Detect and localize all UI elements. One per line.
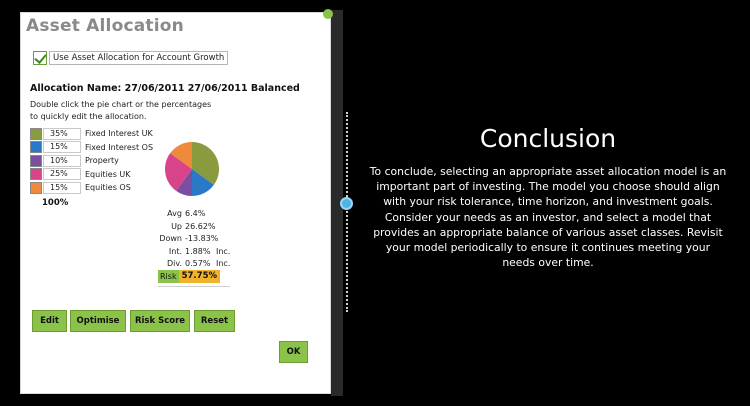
growth-checkbox[interactable] [33,51,47,65]
allocation-label: Equities UK [85,169,131,179]
stat-value: 26.62% [185,221,216,231]
conclusion-title: Conclusion [479,124,617,153]
instructions-line-1: Double click the pie chart or the percen… [30,100,212,109]
stat-value: 1.88% [185,246,211,256]
allocation-row[interactable]: 10% Property [30,154,153,168]
allocation-percent-field[interactable]: 10% [43,154,81,167]
allocation-row[interactable]: 35% Fixed Interest UK [30,127,153,141]
allocation-row[interactable]: 15% Equities OS [30,181,153,195]
stat-label: Down [159,234,182,243]
edit-instructions: Double click the pie chart or the percen… [30,99,230,123]
allocation-percent-field[interactable]: 15% [43,141,81,154]
stat-row: Int. 1.88% Inc. [152,247,236,260]
corner-handle-icon [323,9,333,19]
allocation-legend: 35% Fixed Interest UK 15% Fixed Interest… [30,127,153,195]
allocation-swatch [30,168,42,181]
risk-underline [158,286,230,287]
allocation-label: Fixed Interest OS [85,142,154,152]
allocation-pie-chart[interactable] [164,141,220,197]
allocation-total: 100% [42,198,69,208]
allocation-swatch [30,154,42,167]
stat-suffix [216,234,236,247]
allocation-label: Fixed Interest UK [85,129,153,139]
allocation-label: Equities OS [85,183,131,193]
ok-button[interactable]: OK [279,341,308,363]
allocation-percent-field[interactable]: 35% [43,127,81,140]
allocation-swatch [30,127,42,140]
stat-label: Up [171,221,182,231]
allocation-swatch [30,141,42,154]
growth-checkbox-row[interactable]: Use Asset Allocation for Account Growth [33,51,229,65]
growth-checkbox-label[interactable]: Use Asset Allocation for Account Growth [49,51,229,65]
performance-stats: Avg 6.4% Up 26.62% Down -13.83% Int. 1.8… [152,209,236,272]
divider-handle-icon[interactable] [340,197,353,210]
allocation-percent-field[interactable]: 15% [43,181,81,194]
allocation-label: Property [85,156,119,166]
stat-label: Int. [168,246,182,256]
stat-row: Avg 6.4% [152,209,236,222]
risk-label: Risk [158,270,179,283]
allocation-row[interactable]: 25% Equities UK [30,168,153,182]
conclusion-body: To conclude, selecting an appropriate as… [369,165,727,270]
allocation-row[interactable]: 15% Fixed Interest OS [30,141,153,155]
stat-value: -13.83% [185,234,219,243]
stat-label: Avg [167,209,182,218]
slide-divider [346,112,348,312]
stat-row: Up 26.62% [152,222,236,235]
stat-suffix: Inc. [216,246,231,256]
optimise-button[interactable]: Optimise [70,310,126,332]
stat-value: 6.4% [185,209,206,218]
risk-value: 57.75% [178,270,220,283]
stat-suffix [216,222,236,235]
stat-row: Down -13.83% [152,234,236,247]
stat-suffix [216,209,236,222]
reset-button[interactable]: Reset [194,310,235,332]
allocation-swatch [30,181,42,194]
edit-button[interactable]: Edit [32,310,67,332]
dialog-title: Asset Allocation [26,16,184,36]
allocation-name: Allocation Name: 27/06/2011 27/06/2011 B… [30,83,300,94]
risk-indicator: Risk 57.75% [158,270,220,283]
allocation-percent-field[interactable]: 25% [43,168,81,181]
risk-score-button[interactable]: Risk Score [130,310,190,332]
instructions-line-2: to quickly edit the allocation. [30,112,147,121]
